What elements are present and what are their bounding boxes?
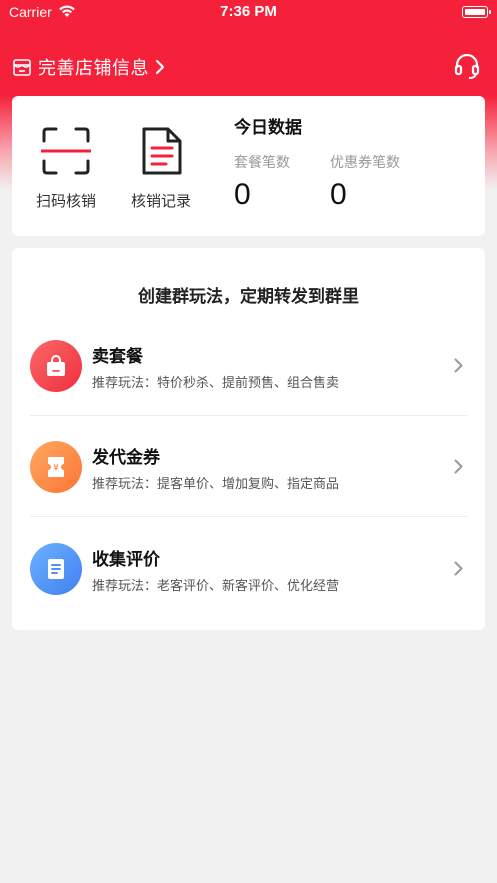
stat-value: 0 bbox=[234, 178, 251, 211]
play-name: 卖套餐 bbox=[92, 347, 143, 367]
chevron-right-icon bbox=[454, 358, 463, 373]
collect-review-item[interactable]: 收集评价 推荐玩法：老客评价、新客评价、优化经营 bbox=[30, 519, 467, 619]
complete-store-info-link[interactable]: 完善店铺信息 bbox=[12, 54, 165, 80]
shopping-bag-icon bbox=[30, 340, 82, 392]
package-count-stat: 套餐笔数 0 bbox=[234, 152, 290, 212]
record-document-icon bbox=[142, 127, 182, 175]
status-bar: Carrier 7:36 PM bbox=[0, 0, 497, 26]
issue-coupon-item[interactable]: ¥ 发代金券 推荐玩法：提客单价、增加复购、指定商品 bbox=[30, 417, 467, 517]
today-data-title: 今日数据 bbox=[234, 118, 302, 138]
scan-verify-button[interactable]: 扫码核销 bbox=[26, 126, 106, 211]
play-name: 发代金券 bbox=[92, 448, 160, 468]
sell-package-item[interactable]: 卖套餐 推荐玩法：特价秒杀、提前预售、组合售卖 bbox=[30, 316, 467, 416]
document-icon bbox=[30, 543, 82, 595]
scan-verify-label: 扫码核销 bbox=[35, 192, 96, 210]
coupon-icon: ¥ bbox=[30, 441, 82, 493]
today-data-card: 扫码核销 核销记录 今日数据 套餐笔数 0 优惠券笔数 0 bbox=[12, 96, 485, 236]
battery-icon bbox=[462, 6, 491, 18]
chevron-right-icon bbox=[454, 459, 463, 474]
stat-label: 套餐笔数 bbox=[234, 155, 290, 171]
verify-record-button[interactable]: 核销记录 bbox=[121, 126, 201, 211]
stat-value: 0 bbox=[330, 178, 347, 211]
verify-record-label: 核销记录 bbox=[130, 192, 191, 210]
play-description: 推荐玩法：特价秒杀、提前预售、组合售卖 bbox=[92, 376, 340, 391]
play-description: 推荐玩法：老客评价、新客评价、优化经营 bbox=[92, 579, 340, 594]
group-play-title: 创建群玩法，定期转发到群里 bbox=[138, 287, 359, 307]
store-link-label: 完善店铺信息 bbox=[38, 58, 149, 79]
coupon-count-stat: 优惠券笔数 0 bbox=[330, 152, 400, 212]
clock: 7:36 PM bbox=[220, 3, 277, 20]
scan-icon bbox=[41, 127, 91, 175]
play-description: 推荐玩法：提客单价、增加复购、指定商品 bbox=[92, 477, 340, 492]
chevron-right-icon bbox=[454, 561, 463, 576]
svg-text:¥: ¥ bbox=[53, 464, 59, 474]
stat-label: 优惠券笔数 bbox=[330, 155, 400, 171]
group-play-card: 创建群玩法，定期转发到群里 卖套餐 推荐玩法：特价秒杀、提前预售、组合售卖 ¥ … bbox=[12, 248, 485, 630]
play-name: 收集评价 bbox=[92, 550, 160, 570]
store-icon bbox=[13, 59, 31, 76]
customer-service-headset-icon[interactable] bbox=[453, 52, 481, 80]
chevron-right-icon bbox=[155, 59, 165, 75]
